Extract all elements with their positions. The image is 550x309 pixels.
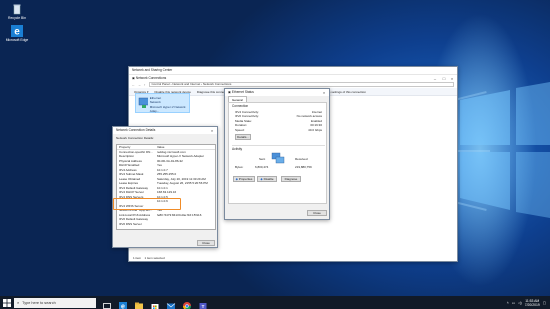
details-title: Network Connection Details xyxy=(116,128,156,132)
ethernet-status-dialog: ▣ Ethernet Status × General Connection I… xyxy=(224,88,330,220)
edge-label: Microsoft Edge xyxy=(5,38,29,42)
up-icon[interactable]: ↑ xyxy=(144,83,146,87)
adapter-device: Microsoft Hyper-V Network Adap... xyxy=(149,104,186,114)
task-view-icon[interactable] xyxy=(102,298,112,309)
details-button[interactable]: Details... xyxy=(235,134,251,140)
desktop-wallpaper: Recycle Bin e Microsoft Edge Network and… xyxy=(0,0,550,296)
chrome-icon[interactable] xyxy=(182,298,192,309)
volume-icon[interactable]: ◁) xyxy=(518,301,522,305)
parent-window-title: Network and Sharing Center xyxy=(129,67,457,74)
close-button[interactable]: × xyxy=(448,75,456,82)
divider xyxy=(232,145,325,146)
details-subtitle: Network Connection Details: xyxy=(116,136,154,140)
taskbar: ⌕ Type here to search e T ˄ ▭ ◁) 11:53 A… xyxy=(0,296,550,309)
maximize-button[interactable]: □ xyxy=(440,75,448,82)
properties-button[interactable]: ◆ Properties xyxy=(233,176,255,182)
clock-date: 7/20/2019 xyxy=(524,302,540,307)
received-label: Received xyxy=(295,157,308,161)
forward-icon[interactable]: → xyxy=(138,83,141,87)
speed-value: 40.0 Gbps xyxy=(308,127,322,132)
svg-text:e: e xyxy=(14,27,20,38)
file-explorer-icon[interactable] xyxy=(134,298,144,309)
disable-button[interactable]: ◆ Disable xyxy=(257,176,277,182)
mail-icon[interactable] xyxy=(166,298,176,309)
bytes-label: Bytes: xyxy=(235,165,244,169)
bytes-sent-value: 6,800,474 xyxy=(255,165,269,169)
svg-text:e: e xyxy=(121,303,125,309)
ethernet-adapter-item[interactable]: Ethernet Network Microsoft Hyper-V Netwo… xyxy=(135,93,190,113)
start-button[interactable] xyxy=(0,296,14,309)
sent-label: Sent xyxy=(259,157,266,161)
windows-start-icon xyxy=(3,298,11,307)
edge-icon: e xyxy=(11,25,23,38)
title-bar: ▣ Network Connections – □ × xyxy=(129,74,457,81)
address-bar: ← → ↑ Control Panel › Network and Intern… xyxy=(129,81,457,88)
dialog-title: Ethernet Status xyxy=(231,90,254,94)
eth-close-button[interactable]: Close xyxy=(307,210,327,216)
details-close-button[interactable]: Close xyxy=(197,240,215,246)
breadcrumb-network-connections[interactable]: Network Connections xyxy=(203,82,232,86)
breadcrumb-network-internet[interactable]: Network and Internet xyxy=(172,82,200,86)
network-icon[interactable]: ▭ xyxy=(512,301,515,305)
item-count: 1 item xyxy=(133,256,142,260)
breadcrumb[interactable]: Control Panel › Network and Internet › N… xyxy=(148,82,454,87)
back-icon[interactable]: ← xyxy=(132,83,135,87)
search-icon: ⌕ xyxy=(17,300,20,305)
chevron-up-icon[interactable]: ˄ xyxy=(507,301,509,305)
column-property: Property xyxy=(119,145,131,149)
details-title-bar: Network Connection Details × xyxy=(113,127,217,134)
shield-icon: ◆ xyxy=(235,177,238,181)
window-title: Network Connections xyxy=(135,76,167,80)
dns-servers-highlight xyxy=(113,198,181,210)
network-adapter-icon xyxy=(138,97,148,108)
bytes-received-value: 219,880,759 xyxy=(295,165,312,169)
column-value: Value xyxy=(157,145,165,149)
network-activity-icon xyxy=(271,152,285,164)
close-x-button[interactable]: × xyxy=(320,89,328,96)
edge-icon[interactable]: e xyxy=(118,298,128,309)
dialog-title-bar: ▣ Ethernet Status × xyxy=(225,89,329,96)
connection-values: Internet No network access Enabled 00:19… xyxy=(297,110,322,132)
search-box[interactable]: ⌕ Type here to search xyxy=(14,297,96,308)
clock[interactable]: 11:53 AM 7/20/2019 xyxy=(525,299,540,307)
teams-icon[interactable]: T xyxy=(198,298,208,309)
edge-shortcut[interactable]: e Microsoft Edge xyxy=(3,25,31,42)
activity-section-title: Activity xyxy=(232,147,243,151)
row-value xyxy=(157,222,215,227)
details-close-x-button[interactable]: × xyxy=(208,127,216,134)
status-bar: 1 item 1 item selected xyxy=(129,255,457,261)
row-property: IPv6 DNS Server xyxy=(119,221,142,226)
properties-button-label: Properties xyxy=(238,177,253,181)
svg-text:T: T xyxy=(202,303,205,308)
connection-section-title: Connection xyxy=(232,104,249,108)
diagnose-button[interactable]: Diagnose xyxy=(281,176,301,182)
table-row: IPv6 DNS Server xyxy=(117,222,215,227)
general-tab-panel: Connection IPv4 Connectivity: IPv6 Conne… xyxy=(228,102,327,204)
minimize-button[interactable]: – xyxy=(431,75,439,82)
connection-labels: IPv4 Connectivity: IPv6 Connectivity: Me… xyxy=(235,110,259,132)
clock-time: 11:53 AM xyxy=(525,298,540,303)
shield-icon: ◆ xyxy=(260,177,263,181)
search-placeholder: Type here to search xyxy=(22,300,56,305)
recycle-bin-icon xyxy=(11,3,23,15)
recycle-bin-label: Recycle Bin xyxy=(8,16,26,20)
speed-label: Speed: xyxy=(235,127,245,132)
breadcrumb-control-panel[interactable]: Control Panel xyxy=(152,82,170,86)
connection-details-dialog: Network Connection Details × Network Con… xyxy=(112,126,218,248)
network-sharing-center-title: Network and Sharing Center xyxy=(132,68,173,72)
disable-button-label: Disable xyxy=(263,177,274,181)
notifications-icon[interactable]: ▢ xyxy=(543,301,546,305)
recycle-bin-shortcut[interactable]: Recycle Bin xyxy=(3,3,31,20)
selected-count: 1 item selected xyxy=(144,256,165,260)
details-table[interactable]: Property Value Connection-specific DN...… xyxy=(116,144,216,230)
system-tray: ˄ ▭ ◁) 11:53 AM 7/20/2019 ▢ xyxy=(507,296,546,309)
store-icon[interactable] xyxy=(150,298,160,309)
